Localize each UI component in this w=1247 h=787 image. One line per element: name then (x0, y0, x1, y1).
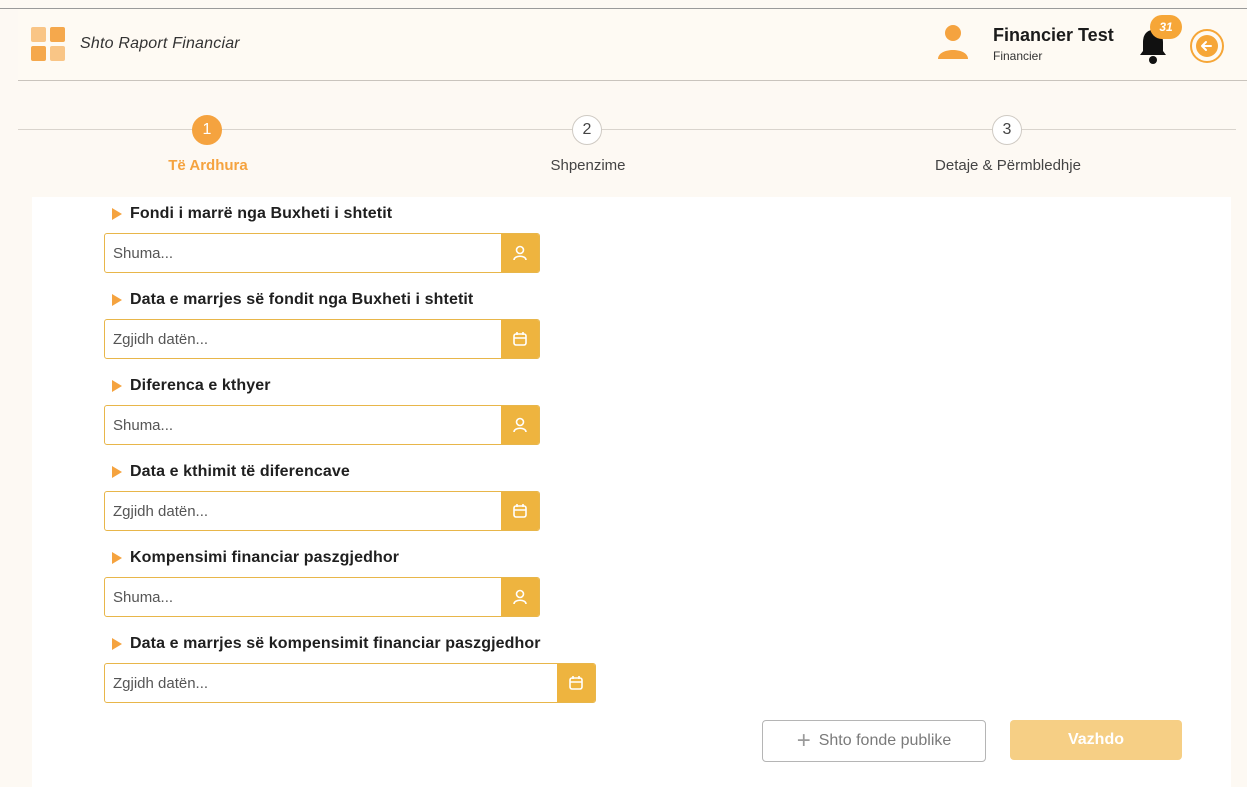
form-card: Fondi i marrë nga Buxheti i shtetit Data… (32, 197, 1231, 787)
field-label: Data e marrjes së kompensimit financiar … (112, 635, 541, 653)
logout-icon (1196, 35, 1218, 57)
amount-input[interactable] (105, 234, 501, 272)
field-label: Data e kthimit të diferencave (112, 463, 350, 481)
notification-badge: 31 (1150, 15, 1182, 39)
add-public-funds-label: Shto fonde publike (818, 732, 952, 749)
add-public-funds-button[interactable]: + Shto fonde publike (762, 720, 986, 762)
triangle-bullet-icon (112, 294, 122, 306)
triangle-bullet-icon (112, 638, 122, 650)
amount-field (104, 577, 540, 617)
triangle-bullet-icon (112, 552, 122, 564)
amount-input[interactable] (105, 406, 501, 444)
step-1-circle[interactable]: 1 (192, 115, 222, 145)
field-label: Kompensimi financiar paszgjedhor (112, 549, 399, 567)
triangle-bullet-icon (112, 380, 122, 392)
amount-input[interactable] (105, 578, 501, 616)
calendar-icon[interactable] (501, 492, 539, 530)
page-title: Shto Raport Financiar (80, 35, 240, 52)
user-icon (501, 234, 539, 272)
step-3-label[interactable]: Detaje & Përmbledhje (888, 157, 1128, 174)
step-2-label[interactable]: Shpenzime (468, 157, 708, 174)
calendar-icon[interactable] (557, 664, 595, 702)
grid-logo-icon (31, 27, 65, 61)
field-label: Fondi i marrë nga Buxheti i shtetit (112, 205, 392, 223)
field-label: Diferenca e kthyer (112, 377, 271, 395)
triangle-bullet-icon (112, 208, 122, 220)
date-input[interactable] (105, 664, 557, 702)
step-2-circle[interactable]: 2 (572, 115, 602, 145)
field-label: Data e marrjes së fondit nga Buxheti i s… (112, 291, 473, 309)
plus-icon: + (796, 727, 811, 754)
step-1-label[interactable]: Të Ardhura (88, 157, 328, 174)
calendar-icon[interactable] (501, 320, 539, 358)
logout-button[interactable] (1190, 29, 1224, 63)
step-3-circle[interactable]: 3 (992, 115, 1022, 145)
triangle-bullet-icon (112, 466, 122, 478)
continue-button[interactable]: Vazhdo (1010, 720, 1182, 760)
date-field (104, 491, 540, 531)
user-role: Financier (993, 49, 1043, 63)
date-input[interactable] (105, 492, 501, 530)
user-name: Financier Test (993, 25, 1114, 45)
app-header: Shto Raport Financiar Financier Test Fin… (18, 9, 1247, 81)
user-icon (501, 406, 539, 444)
date-field (104, 663, 596, 703)
amount-field (104, 233, 540, 273)
amount-field (104, 405, 540, 445)
user-icon (501, 578, 539, 616)
date-input[interactable] (105, 320, 501, 358)
user-icon (938, 25, 968, 59)
date-field (104, 319, 540, 359)
